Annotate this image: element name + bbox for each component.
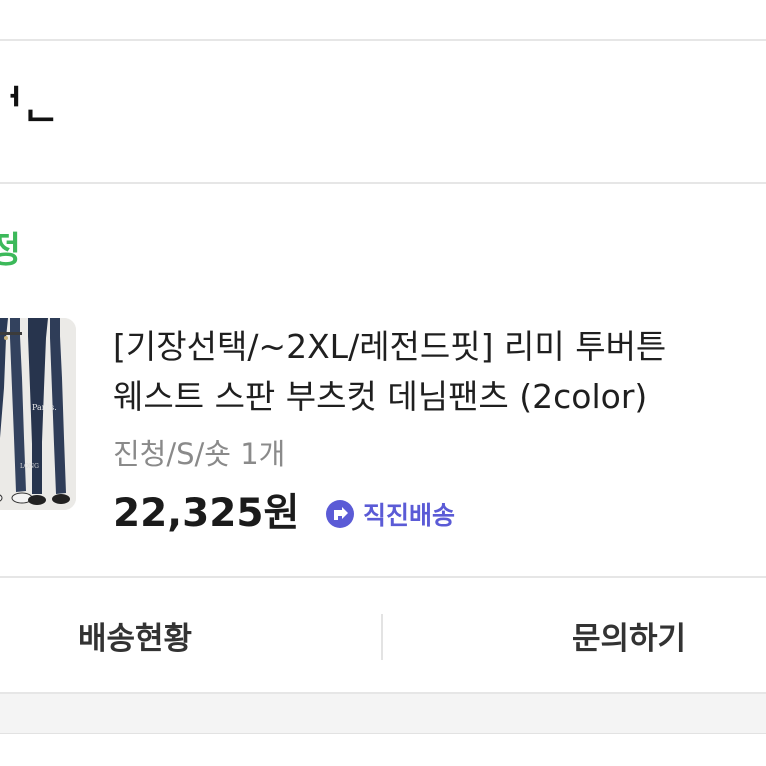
product-price: 22,325원: [113, 491, 300, 536]
product-thumbnail[interactable]: Pants. LONG: [0, 318, 76, 510]
direct-shipping-label: 직진배송: [363, 501, 456, 530]
section-gap: [0, 694, 766, 734]
thumbnail-text-pants: Pants.: [32, 403, 57, 412]
jeans-product-image: Pants. LONG: [0, 318, 76, 510]
top-divider: [0, 39, 766, 41]
action-bar-divider: [381, 614, 383, 660]
direct-shipping-arrow-icon: [326, 500, 354, 528]
delivery-status-button[interactable]: 배송현황: [0, 578, 270, 692]
order-action-bar: 배송현황 문의하기: [0, 578, 766, 692]
order-status-label: 정: [0, 230, 22, 271]
order-section-heading: ᅥᆫ: [0, 83, 58, 127]
footer-divider: [0, 733, 766, 734]
section-divider: [0, 182, 766, 184]
direct-shipping-badge: 직진배송: [325, 497, 455, 531]
thumbnail-text-long: LONG: [20, 463, 39, 470]
product-title[interactable]: [기장선택/~2XL/레전드핏] 리미 투버튼 웨스트 스판 부츠컷 데님팬츠 …: [113, 322, 766, 422]
product-option: 진청/S/숏 1개: [113, 437, 286, 471]
inquiry-button[interactable]: 문의하기: [496, 578, 762, 692]
